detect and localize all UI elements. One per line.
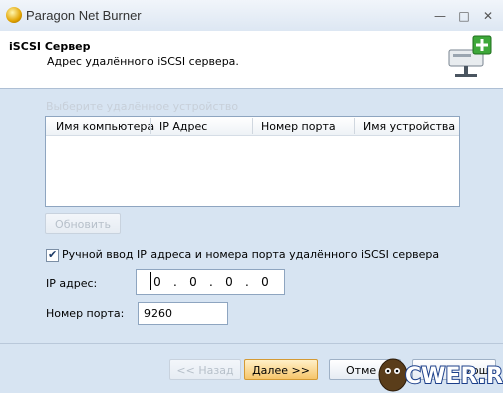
checkmark-icon: ✔ [48,248,58,261]
page-title: iSCSI Сервер [9,40,91,53]
wizard-window: Paragon Net Burner — □ ✕ iSCSI Сервер Ад… [0,0,503,393]
ip-label: IP адрес: [46,277,98,290]
manual-entry-label: Ручной ввод IP адреса и номера порта уда… [62,248,440,261]
app-icon [6,7,22,23]
minimize-icon[interactable]: — [432,9,448,23]
manual-entry-checkbox[interactable]: ✔ [46,248,59,262]
port-input[interactable]: 9260 [138,302,228,325]
watermark-text: CWER.RU [405,364,503,389]
maximize-icon[interactable]: □ [456,9,472,23]
next-button[interactable]: Далее >> [244,359,318,380]
close-icon[interactable]: ✕ [480,9,496,23]
column-header-ip[interactable]: IP Адрес [159,120,207,133]
port-label: Номер порта: [46,307,125,320]
network-server-icon [448,35,492,77]
page-subtitle: Адрес удалённого iSCSI сервера. [47,55,239,68]
ip-address-input[interactable]: 0 . 0 . 0 . 0 [136,269,285,295]
text-caret [150,272,151,290]
column-header-port[interactable]: Номер порта [261,120,336,133]
device-table[interactable]: Имя компьютера IP Адрес Номер порта Имя … [45,116,460,207]
ip-octet-1[interactable]: 0 [145,275,169,289]
ip-octet-4[interactable]: 0 [253,275,277,289]
ip-octet-2[interactable]: 0 [181,275,205,289]
ip-octet-3[interactable]: 0 [217,275,241,289]
column-header-computer[interactable]: Имя компьютера [56,120,154,133]
back-button[interactable]: << Назад [169,359,241,380]
device-group-label: Выберите удалённое устройство [46,100,239,113]
footer-divider [0,343,503,344]
wizard-header: iSCSI Сервер Адрес удалённого iSCSI серв… [0,31,503,89]
window-title: Paragon Net Burner [26,8,142,23]
refresh-button[interactable]: Обновить [45,213,121,234]
table-header: Имя компьютера IP Адрес Номер порта Имя … [46,117,459,136]
column-header-device[interactable]: Имя устройства [363,120,455,133]
site-watermark: CWER.RU [378,358,503,392]
title-bar: Paragon Net Burner — □ ✕ [0,0,503,32]
